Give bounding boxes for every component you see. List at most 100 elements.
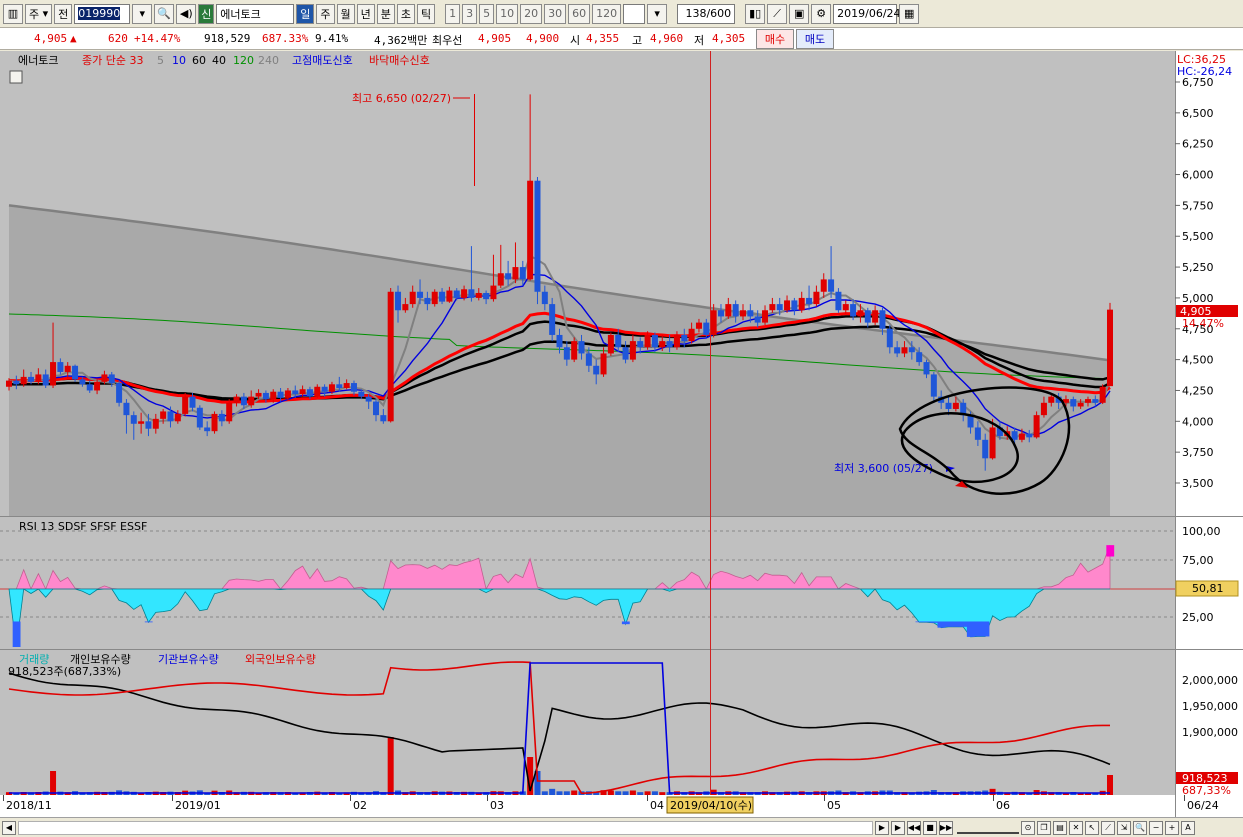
stop-button[interactable]: ■	[923, 820, 937, 835]
prev-button[interactable]: 전	[54, 3, 73, 24]
interval-3-button[interactable]: 3	[462, 3, 478, 24]
period-tick-button[interactable]: 틱	[417, 3, 436, 24]
zoom-in-icon[interactable]: +	[1165, 820, 1179, 835]
step-forward-button[interactable]: ▶▶	[939, 820, 953, 835]
stock-name-field[interactable]: 에너토크	[216, 3, 295, 24]
rsi-oversold-bar	[981, 621, 990, 637]
sell-button[interactable]: 매도	[796, 29, 834, 49]
scroll-track[interactable]	[18, 820, 873, 835]
rsi-pane-bg	[0, 517, 1175, 649]
candle-body	[497, 273, 504, 286]
candle-body	[233, 396, 240, 403]
code-input[interactable]: 019990	[74, 3, 131, 24]
candle-body	[549, 304, 556, 335]
interval-20-button[interactable]: 20	[520, 3, 543, 24]
period-second-button[interactable]: 초	[396, 3, 416, 24]
candle-body	[930, 374, 937, 397]
candle-body	[842, 304, 849, 311]
best-quote-label: 최우선	[432, 34, 463, 47]
crosshair-icon[interactable]: ✕	[1069, 820, 1083, 835]
candle-body	[284, 390, 291, 398]
layout-icon[interactable]: ▥	[3, 3, 23, 24]
candle-body	[607, 334, 614, 354]
candle-body	[226, 402, 233, 422]
cursor-icon[interactable]: ↖	[1085, 820, 1099, 835]
candle-body	[629, 341, 636, 360]
candle-body	[527, 180, 534, 280]
candle-type-icon[interactable]: ▮▯	[745, 3, 766, 24]
candle-body	[321, 386, 328, 392]
scroll-right-button[interactable]: ▶	[875, 820, 889, 835]
volume-tick-label: 1,950,000	[1182, 700, 1238, 713]
font-size-button[interactable]: A	[1181, 820, 1195, 835]
save-icon[interactable]: ▣	[789, 3, 810, 24]
period-month-button[interactable]: 월	[336, 3, 355, 24]
table-icon[interactable]	[9, 70, 23, 84]
gear-icon[interactable]: ⚙	[811, 3, 832, 24]
candle-body	[725, 304, 732, 317]
interval-30-button[interactable]: 30	[544, 3, 567, 24]
candle-body	[945, 402, 952, 409]
candle-body	[864, 310, 871, 323]
interval-dropdown-icon[interactable]: ▾	[647, 3, 668, 24]
market-select[interactable]: 주 ▾	[25, 3, 53, 24]
candle-body	[879, 310, 886, 329]
candle-body	[622, 347, 629, 360]
search-icon[interactable]: 🔍	[154, 3, 175, 24]
volume-legend-foreign: 외국인보유수량	[245, 653, 316, 666]
candle-body	[86, 384, 93, 391]
step-back-button[interactable]: ◀◀	[907, 820, 921, 835]
buy-button[interactable]: 매수	[756, 29, 794, 49]
draw-icon[interactable]: ⟋	[1101, 820, 1115, 835]
play-button[interactable]: ▶	[891, 820, 905, 835]
candle-body	[673, 334, 680, 348]
candle-body	[982, 439, 989, 459]
price-tick-label: 3,500	[1182, 477, 1214, 490]
volume-value: 918,529	[204, 32, 251, 45]
copy-icon[interactable]: ❐	[1037, 820, 1051, 835]
interval-5-button[interactable]: 5	[479, 3, 495, 24]
last-pct-label: 14.47%	[1182, 317, 1224, 330]
period-year-button[interactable]: 년	[356, 3, 375, 24]
code-dropdown-icon[interactable]: ▾	[132, 3, 153, 24]
interval-120-button[interactable]: 120	[592, 3, 622, 24]
count-input[interactable]: 138/600	[677, 3, 736, 24]
candle-body	[189, 396, 196, 408]
interval-60-button[interactable]: 60	[568, 3, 591, 24]
x-tick-label: 2019/01	[175, 799, 221, 812]
candle-body	[116, 383, 123, 403]
zoom-icon[interactable]: 🔍	[1133, 820, 1147, 835]
indicator-icon[interactable]: ⟋	[767, 3, 788, 24]
low-label: 저	[694, 34, 705, 47]
calendar-icon[interactable]: ▦	[899, 3, 920, 24]
volume-bar	[615, 791, 622, 795]
legend-ma40: 40	[212, 54, 226, 67]
candle-body	[490, 285, 497, 300]
chart-area[interactable]: 6,750 6,500 6,250 6,000 5,750 5,500 5,250 5,000…	[0, 51, 1243, 817]
interval-10-button[interactable]: 10	[496, 3, 519, 24]
candle-body	[218, 413, 225, 422]
scroll-left-button[interactable]: ◀	[2, 820, 16, 835]
period-week-button[interactable]: 주	[316, 3, 335, 24]
date-input[interactable]: 2019/06/24	[833, 3, 901, 24]
candle-body	[461, 289, 468, 298]
interval-custom-input[interactable]	[623, 3, 646, 24]
rsi-legend: RSI 13 SDSF SFSF ESSF	[19, 520, 147, 533]
stock-chart[interactable]: 6,7506,5006,2506,0005,7505,5005,2505,000…	[0, 51, 1243, 817]
zoom-reset-icon[interactable]: ⊙	[1021, 820, 1035, 835]
print-icon[interactable]: ▤	[1053, 820, 1067, 835]
interval-1-button[interactable]: 1	[445, 3, 461, 24]
price-tick-label: 5,500	[1182, 230, 1214, 243]
candle-body	[1033, 415, 1040, 438]
zoom-out-icon[interactable]: −	[1149, 820, 1163, 835]
candle-body	[901, 347, 908, 354]
candle-body	[424, 297, 431, 305]
speaker-icon[interactable]: ◀)	[176, 3, 197, 24]
candle-body	[328, 384, 335, 392]
candle-body	[402, 304, 409, 311]
period-minute-button[interactable]: 분	[376, 3, 395, 24]
export-icon[interactable]: ⇲	[1117, 820, 1131, 835]
candle-body	[343, 383, 350, 388]
speed-slider[interactable]	[957, 822, 1019, 834]
period-day-button[interactable]: 일	[296, 3, 315, 24]
